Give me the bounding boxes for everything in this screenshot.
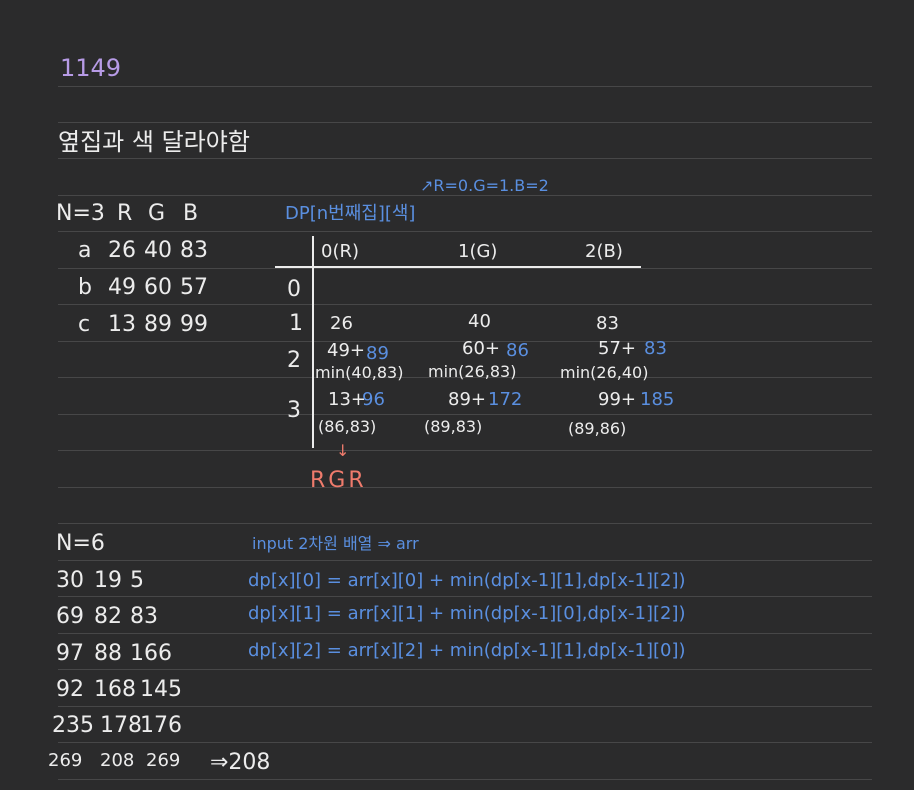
- example2-cell: 168: [94, 677, 136, 702]
- table-cell-min: min(40,83): [315, 363, 404, 382]
- example2-cell: 5: [130, 568, 144, 593]
- ruled-line: [58, 414, 872, 415]
- example1-cell: 49: [108, 275, 136, 300]
- table-row-header: 2: [287, 348, 301, 373]
- ruled-line: [58, 450, 872, 451]
- ruled-line: [58, 633, 872, 634]
- table-header-line: [275, 266, 641, 268]
- table-cell: 40: [468, 311, 491, 332]
- example1-cell: 40: [144, 238, 172, 263]
- table-cell-sum: 172: [488, 389, 523, 410]
- example2-cell: 30: [56, 568, 84, 593]
- table-cell-sum: 185: [640, 389, 675, 410]
- table-cell: 83: [596, 313, 619, 334]
- ruled-line: [58, 304, 872, 305]
- rule-note: 옆집과 색 달라야함: [58, 128, 250, 156]
- example1-cell: 13: [108, 312, 136, 337]
- example1-cell: 60: [144, 275, 172, 300]
- example2-cell: 88: [94, 641, 122, 666]
- example2-result: ⇒208: [210, 750, 271, 775]
- table-cell-base: 13+: [328, 389, 366, 410]
- color-index-note: ↗R=0.G=1.B=2: [420, 176, 549, 195]
- answer-color-path: RGR: [310, 468, 367, 493]
- table-cell-min: min(26,40): [560, 363, 649, 382]
- table-row-header: 0: [287, 277, 301, 302]
- example1-row-label: c: [78, 312, 91, 337]
- ruled-line: [58, 669, 872, 670]
- table-vertical-line: [312, 236, 314, 448]
- table-cell-min: (86,83): [318, 417, 377, 436]
- table-cell-base: 60+: [462, 338, 500, 359]
- example1-cell: 26: [108, 238, 136, 263]
- example2-cell: 19: [94, 568, 122, 593]
- table-col-header-g: 1(G): [458, 241, 498, 262]
- example1-cell: 89: [144, 312, 172, 337]
- ruled-line: [58, 487, 872, 488]
- ruled-line: [58, 596, 872, 597]
- example1-col-r: R: [117, 201, 133, 226]
- ruled-line: [58, 195, 872, 196]
- example2-cell: 83: [130, 604, 158, 629]
- table-cell-base: 57+: [598, 338, 636, 359]
- example1-n: N=3: [56, 201, 105, 226]
- table-cell-sum: 89: [366, 343, 389, 364]
- example1-col-g: G: [148, 201, 166, 226]
- example1-col-b: B: [183, 201, 199, 226]
- ruled-line: [58, 231, 872, 232]
- down-arrow: ↓: [336, 441, 350, 460]
- table-cell-min: (89,86): [568, 419, 627, 438]
- dp-definition: DP[n번째집][색]: [285, 203, 416, 224]
- example1-cell: 99: [180, 312, 208, 337]
- table-cell-base: 99+: [598, 389, 636, 410]
- recurrence-line-g: dp[x][1] = arr[x][1] + min(dp[x-1][0],dp…: [248, 603, 686, 624]
- table-cell-base: 89+: [448, 389, 486, 410]
- ruled-line: [58, 158, 872, 159]
- example2-cell: 269: [146, 750, 181, 771]
- example2-cell: 269: [48, 750, 83, 771]
- example2-cell: 235: [52, 713, 94, 738]
- example2-cell: 69: [56, 604, 84, 629]
- example2-cell: 145: [140, 677, 182, 702]
- ruled-line: [58, 268, 872, 269]
- table-row-header: 3: [287, 398, 301, 423]
- example2-cell: 166: [130, 641, 172, 666]
- table-cell-sum: 96: [362, 389, 385, 410]
- example1-row-label: a: [78, 238, 92, 263]
- ruled-line: [58, 742, 872, 743]
- recurrence-line-b: dp[x][2] = arr[x][2] + min(dp[x-1][1],dp…: [248, 640, 686, 661]
- table-cell-min: min(26,83): [428, 362, 517, 381]
- table-cell-base: 49+: [327, 340, 365, 361]
- table-col-header-r: 0(R): [321, 241, 360, 262]
- example2-cell: 208: [100, 750, 135, 771]
- example2-cell: 97: [56, 641, 84, 666]
- example2-cell: 176: [140, 713, 182, 738]
- input-note: input 2차원 배열 ⇒ arr: [252, 534, 419, 553]
- table-cell-sum: 86: [506, 340, 529, 361]
- ruled-line: [58, 523, 872, 524]
- example2-cell: 178: [100, 713, 142, 738]
- example2-cell: 92: [56, 677, 84, 702]
- ruled-line: [58, 122, 872, 123]
- table-cell: 26: [330, 313, 353, 334]
- ruled-line: [58, 86, 872, 87]
- table-cell-min: (89,83): [424, 417, 483, 436]
- example1-cell: 57: [180, 275, 208, 300]
- recurrence-line-r: dp[x][0] = arr[x][0] + min(dp[x-1][1],dp…: [248, 570, 686, 591]
- ruled-line: [58, 779, 872, 780]
- table-col-header-b: 2(B): [585, 241, 623, 262]
- notebook-page: 1149 옆집과 색 달라야함 ↗R=0.G=1.B=2 DP[n번째집][색]…: [0, 0, 914, 790]
- problem-number: 1149: [60, 54, 122, 82]
- example2-cell: 82: [94, 604, 122, 629]
- example1-cell: 83: [180, 238, 208, 263]
- example2-n: N=6: [56, 531, 105, 556]
- ruled-line: [58, 706, 872, 707]
- table-row-header: 1: [289, 311, 303, 336]
- example1-row-label: b: [78, 275, 92, 300]
- ruled-line: [58, 560, 872, 561]
- table-cell-sum: 83: [644, 338, 667, 359]
